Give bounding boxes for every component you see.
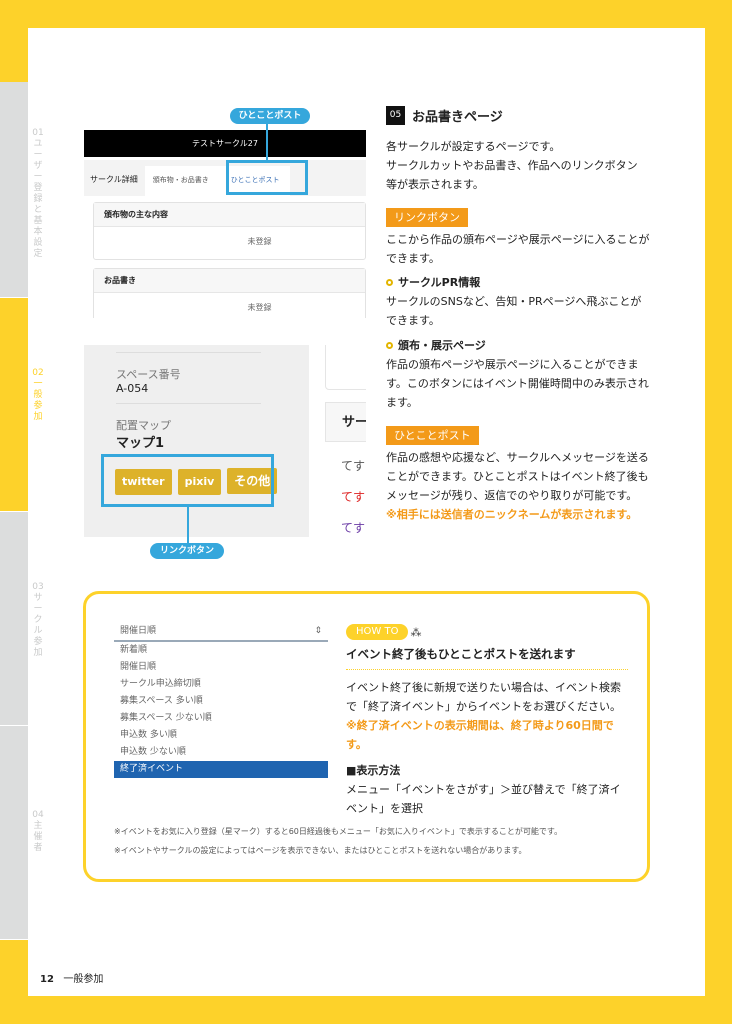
- sort-option[interactable]: サークル申込締切順: [114, 676, 328, 693]
- howto-note: ※終了済イベントの表示期間は、終了時より60日間です。: [346, 719, 614, 751]
- dist-desc: 作品の頒布ページや展示ページに入ることができます。このボタンにはイベント開催時間…: [386, 358, 649, 409]
- bullet-icon: [386, 342, 393, 349]
- howto-desc: イベント終了後に新規で送りたい場合は、イベント検索で「終了済イベント」からイベン…: [346, 681, 621, 713]
- callout-line: [187, 506, 189, 544]
- section-intro: 各サークルが設定するページです。 サークルカットやお品書き、作品へのリンクボタン等…: [386, 140, 638, 191]
- callout-link-button: リンクボタン: [150, 543, 224, 559]
- footnotes: ※イベントをお気に入り登録（星マーク）すると60日経過後もメニュー「お気に入りイ…: [114, 822, 644, 860]
- side-tab-04[interactable]: [0, 726, 28, 940]
- circle-header: テストサークル27: [84, 130, 366, 157]
- side-tab-label-01: 01 ユーザー登録と基本設定: [32, 128, 44, 259]
- select-arrows-icon: ⇕: [314, 626, 322, 636]
- footnote: ※イベントやサークルの設定によってはページを表示できない、またはひとことポストを…: [114, 846, 527, 855]
- space-value: A-054: [116, 382, 149, 395]
- callout-hitokoto-post: ひとことポスト: [230, 108, 310, 124]
- section-number: 05: [386, 106, 405, 125]
- screenshot-circle-page: テストサークル27 サークル詳細 頒布物・お品書き ひとことポスト 頒布物の主な…: [84, 130, 366, 318]
- footer-section: 一般参加: [63, 974, 104, 985]
- info-panel: スペース番号 A-054 配置マップ マップ1 twitter pixiv その他: [84, 345, 309, 537]
- side-tab-03[interactable]: [0, 512, 28, 726]
- card-title: 頒布物の主な内容: [94, 203, 365, 227]
- sort-option[interactable]: 申込数 少ない順: [114, 744, 328, 761]
- footnote: ※イベントをお気に入り登録（星マーク）すると60日経過後もメニュー「お気に入りイ…: [114, 827, 563, 836]
- post-note: ※相手には送信者のニックネームが表示されます。: [386, 508, 638, 521]
- side-tab-label-04: 04 主催者: [32, 810, 44, 853]
- pr-title: サークルPR情報: [386, 273, 650, 292]
- sort-select-demo: 開催日順 ⇕ 新着順 開催日順 サークル申込締切順 募集スペース 多い順 募集スペ…: [114, 622, 328, 778]
- map-label: 配置マップ: [116, 419, 171, 432]
- tag-link-button: リンクボタン: [386, 208, 468, 227]
- right-heading: サー: [325, 402, 366, 442]
- card-body: 未登録: [247, 303, 272, 312]
- howto-title: イベント終了後もひとことポストを送れます: [346, 646, 628, 670]
- section-05: 05 お品書きページ 各サークルが設定するページです。 サークルカットやお品書き、…: [386, 106, 650, 524]
- sort-option[interactable]: 募集スペース 多い順: [114, 693, 328, 710]
- sort-option[interactable]: 募集スペース 少ない順: [114, 710, 328, 727]
- post-desc: 作品の感想や応援など、サークルへメッセージを送ることができます。ひとことポストは…: [386, 451, 649, 502]
- card-menu: お品書き 未登録: [93, 268, 366, 318]
- dist-title: 頒布・展示ページ: [386, 336, 650, 355]
- howto-badge: HOW TO: [346, 624, 409, 640]
- bullet-icon: [386, 279, 393, 286]
- sort-option[interactable]: 申込数 多い順: [114, 727, 328, 744]
- howto-content: HOW TO ⁂ イベント終了後もひとことポストを送れます イベント終了後に新規…: [346, 624, 628, 818]
- screenshot-link-buttons: スペース番号 A-054 配置マップ マップ1 twitter pixiv その他 …: [84, 345, 366, 537]
- side-tab-label-03: 03 サークル参加: [32, 582, 44, 658]
- method-title: ■表示方法: [346, 764, 401, 777]
- side-tab-02[interactable]: [0, 298, 28, 512]
- tab-circle-detail[interactable]: サークル詳細: [84, 174, 145, 196]
- sort-option[interactable]: 新着順: [114, 642, 328, 659]
- cursor-click-icon: ⁂: [410, 625, 422, 639]
- link-desc: ここから作品の頒布ページや展示ページに入ることができます。: [386, 233, 650, 265]
- page-number: 12: [40, 974, 54, 985]
- sort-option[interactable]: 開催日順: [114, 659, 328, 676]
- map-value: マップ1: [116, 436, 165, 451]
- page-footer: 12 一般参加: [40, 970, 103, 985]
- sort-select[interactable]: 開催日順 ⇕: [114, 622, 328, 642]
- post-line: てす: [341, 459, 366, 473]
- circle-tabs: サークル詳細 頒布物・お品書き ひとことポスト: [84, 160, 366, 196]
- method-desc: メニュー「イベントをさがす」＞並び替えで「終了済イベント」を選択: [346, 783, 621, 815]
- card-items: 頒布物の主な内容 未登録: [93, 202, 366, 260]
- card-body: 未登録: [247, 237, 272, 246]
- highlight-box: [226, 160, 308, 195]
- callout-line: [266, 124, 268, 161]
- post-line: てす: [341, 521, 366, 535]
- tab-items[interactable]: 頒布物・お品書き: [144, 166, 217, 196]
- section-title: お品書きページ: [412, 110, 503, 125]
- highlight-box: [101, 454, 274, 507]
- side-tab-01[interactable]: [0, 82, 28, 298]
- card-title: お品書き: [94, 269, 365, 293]
- side-tab-label-02: 02 一般参加: [32, 368, 44, 422]
- pr-desc: サークルのSNSなど、告知・PRページへ飛ぶことができます。: [386, 295, 642, 327]
- space-label: スペース番号: [116, 368, 181, 381]
- tag-hitokoto-post: ひとことポスト: [386, 426, 479, 445]
- sort-option-selected[interactable]: 終了済イベント: [114, 761, 328, 778]
- post-line: てす: [341, 490, 366, 504]
